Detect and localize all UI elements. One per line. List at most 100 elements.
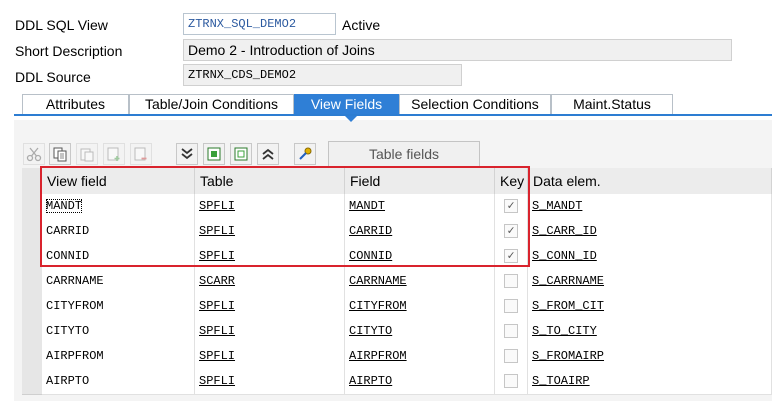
view-field-cell[interactable]: CITYFROM [42,294,195,319]
row-selector[interactable] [22,219,42,245]
row-selector[interactable] [22,294,42,320]
table-cell[interactable]: SPFLI [195,344,345,369]
data-element-cell-text: S_TOAIRP [532,374,590,388]
view-field-cell-text: CARRID [46,224,90,238]
tab-underline [14,114,772,116]
row-selector[interactable] [22,319,42,345]
table-cell-text: SPFLI [199,374,236,388]
insert-row-icon[interactable] [103,143,125,165]
field-cell-text: CONNID [349,249,393,263]
key-cell [495,369,528,394]
delete-row-icon[interactable] [130,143,152,165]
key-checkbox[interactable] [504,324,518,338]
column-header-table[interactable]: Table [195,168,345,194]
short-description-field[interactable]: Demo 2 - Introduction of Joins [183,39,732,61]
copy-icon[interactable] [49,143,71,165]
data-element-cell-text: S_TO_CITY [532,324,597,338]
data-element-cell[interactable]: S_TOAIRP [528,369,772,394]
field-cell[interactable]: CARRNAME [345,269,495,294]
view-field-cell[interactable]: CARRNAME [42,269,195,294]
view-field-cell[interactable]: CARRID [42,219,195,244]
table-cell[interactable]: SPFLI [195,219,345,244]
wizard-key-icon[interactable] [294,143,316,165]
ddl-source-field[interactable]: ZTRNX_CDS_DEMO2 [183,64,462,86]
field-cell[interactable]: CITYTO [345,319,495,344]
table-row: CITYFROM SPFLI CITYFROM S_FROM_CIT [42,294,772,320]
table-row: CITYTO SPFLI CITYTO S_TO_CITY [42,319,772,345]
tab-selection-conditions[interactable]: Selection Conditions [399,94,551,114]
table-cell[interactable]: SPFLI [195,244,345,269]
key-checkbox[interactable] [504,349,518,363]
column-header-data-element[interactable]: Data elem. [528,168,772,194]
table-row: CARRID SPFLI CARRID S_CARR_ID ✓ [42,219,772,245]
table-cell-text: SPFLI [199,249,236,263]
key-checkbox[interactable] [504,274,518,288]
row-selector[interactable] [22,369,42,395]
view-field-cell[interactable]: AIRPTO [42,369,195,394]
view-status: Active [342,17,381,33]
deselect-all-icon[interactable] [230,143,252,165]
view-field-cell[interactable]: AIRPFROM [42,344,195,369]
table-cell[interactable]: SPFLI [195,319,345,344]
row-selector[interactable] [22,244,42,270]
table-row: CARRNAME SCARR CARRNAME S_CARRNAME [42,269,772,295]
view-field-cell[interactable]: CONNID [42,244,195,269]
table-row: AIRPFROM SPFLI AIRPFROM S_FROMAIRP [42,344,772,370]
ddl-sql-view-field[interactable]: ZTRNX_SQL_DEMO2 [183,13,336,35]
table-cell[interactable]: SPFLI [195,369,345,394]
cut-icon[interactable] [23,143,45,165]
key-checkbox[interactable] [504,374,518,388]
tab-attributes[interactable]: Attributes [22,94,129,114]
data-element-cell[interactable]: S_CARRNAME [528,269,772,294]
field-cell[interactable]: CONNID [345,244,495,269]
data-element-cell-text: S_CARRNAME [532,274,605,288]
field-cell-text: CITYTO [349,324,393,338]
tab-table-join-conditions[interactable]: Table/Join Conditions [129,94,294,114]
row-selector[interactable] [22,269,42,295]
column-header-key[interactable]: Key [495,168,528,194]
select-all-icon[interactable] [203,143,225,165]
field-cell[interactable]: CITYFROM [345,294,495,319]
tab-maint-status[interactable]: Maint.Status [551,94,673,114]
column-header-view-field[interactable]: View field [42,168,195,194]
table-fields-button[interactable]: Table fields [328,141,480,167]
paste-icon[interactable] [76,143,98,165]
table-cell-text: SPFLI [199,199,236,213]
field-cell-text: MANDT [349,199,386,213]
field-cell[interactable]: AIRPFROM [345,344,495,369]
column-header-field[interactable]: Field [345,168,495,194]
field-cell[interactable]: MANDT [345,194,495,219]
table-cell-text: SPFLI [199,224,236,238]
field-cell-text: CARRNAME [349,274,407,288]
key-checkbox[interactable]: ✓ [504,199,518,213]
key-cell [495,294,528,319]
data-element-cell[interactable]: S_MANDT [528,194,772,219]
key-checkbox[interactable]: ✓ [504,249,518,263]
grid-header: View field Table Field Key Data elem. [42,168,772,195]
view-field-cell-text: CITYFROM [46,299,104,313]
row-selector[interactable] [22,194,42,220]
data-element-cell[interactable]: S_FROMAIRP [528,344,772,369]
scroll-down-icon[interactable] [176,143,198,165]
key-checkbox[interactable] [504,299,518,313]
key-checkbox[interactable]: ✓ [504,224,518,238]
table-row: AIRPTO SPFLI AIRPTO S_TOAIRP [42,369,772,395]
data-element-cell[interactable]: S_FROM_CIT [528,294,772,319]
field-cell[interactable]: CARRID [345,219,495,244]
table-cell[interactable]: SPFLI [195,294,345,319]
row-selector[interactable] [22,344,42,370]
view-field-cell[interactable]: CITYTO [42,319,195,344]
scroll-up-icon[interactable] [257,143,279,165]
table-cell[interactable]: SPFLI [195,194,345,219]
tab-view-fields[interactable]: View Fields [294,94,399,114]
table-cell[interactable]: SCARR [195,269,345,294]
table-row: MANDT SPFLI MANDT S_MANDT ✓ [42,194,772,220]
data-element-cell[interactable]: S_CONN_ID [528,244,772,269]
ddl-source-label: DDL Source [15,69,91,85]
data-element-cell[interactable]: S_CARR_ID [528,219,772,244]
view-field-cell[interactable]: MANDT [42,194,195,219]
short-description-label: Short Description [15,43,123,59]
key-cell: ✓ [495,194,528,219]
data-element-cell[interactable]: S_TO_CITY [528,319,772,344]
field-cell[interactable]: AIRPTO [345,369,495,394]
